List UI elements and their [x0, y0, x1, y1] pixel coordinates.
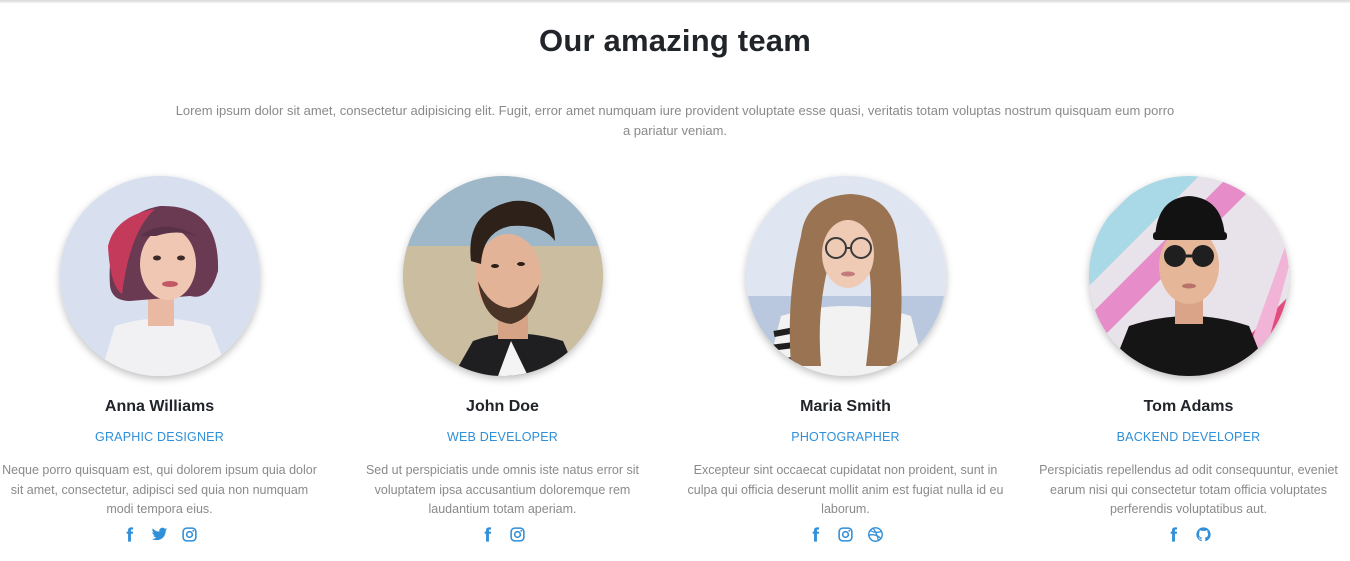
- social-links: [0, 526, 319, 543]
- instagram-icon[interactable]: [837, 526, 854, 543]
- member-name: Anna Williams: [104, 398, 215, 415]
- social-links: [343, 526, 662, 543]
- section-intro: Lorem ipsum dolor sit amet, consectetur …: [175, 103, 1175, 138]
- team-member-card: Tom Adams BACKEND DEVELOPER Perspiciatis…: [1029, 176, 1348, 543]
- social-links: [1029, 526, 1348, 543]
- instagram-icon[interactable]: [181, 526, 198, 543]
- facebook-icon[interactable]: [807, 526, 824, 543]
- member-description: Excepteur sint occaecat cupidatat non pr…: [687, 463, 1004, 516]
- facebook-icon[interactable]: [121, 526, 138, 543]
- member-role: BACKEND DEVELOPER: [1116, 430, 1261, 444]
- facebook-icon[interactable]: [1165, 526, 1182, 543]
- member-role: WEB DEVELOPER: [447, 430, 558, 444]
- twitter-icon[interactable]: [151, 526, 168, 543]
- team-section: Our amazing team Lorem ipsum dolor sit a…: [0, 0, 1350, 561]
- team-member-card: Anna Williams GRAPHIC DESIGNER Neque por…: [0, 176, 319, 543]
- member-name: Maria Smith: [800, 398, 891, 415]
- social-links: [686, 526, 1005, 543]
- github-icon[interactable]: [1195, 526, 1212, 543]
- member-role: PHOTOGRAPHER: [791, 430, 900, 444]
- dribbble-icon[interactable]: [867, 526, 884, 543]
- avatar: [402, 176, 603, 376]
- avatar: [1088, 176, 1289, 376]
- avatar: [59, 176, 260, 376]
- member-name: Tom Adams: [1143, 398, 1234, 415]
- instagram-icon[interactable]: [509, 526, 526, 543]
- team-member-card: Maria Smith PHOTOGRAPHER Excepteur sint …: [686, 176, 1005, 543]
- avatar: [745, 176, 946, 376]
- section-title: Our amazing team: [539, 23, 811, 58]
- team-member-card: John Doe WEB DEVELOPER Sed ut perspiciat…: [343, 176, 662, 543]
- member-description: Sed ut perspiciatis unde omnis iste natu…: [365, 463, 640, 516]
- member-name: John Doe: [466, 398, 539, 415]
- member-description: Perspiciatis repellendus ad odit consequ…: [1039, 463, 1338, 516]
- member-role: GRAPHIC DESIGNER: [95, 430, 224, 444]
- facebook-icon[interactable]: [479, 526, 496, 543]
- team-grid: Anna Williams GRAPHIC DESIGNER Neque por…: [0, 176, 1350, 543]
- member-description: Neque porro quisquam est, qui dolorem ip…: [2, 463, 317, 516]
